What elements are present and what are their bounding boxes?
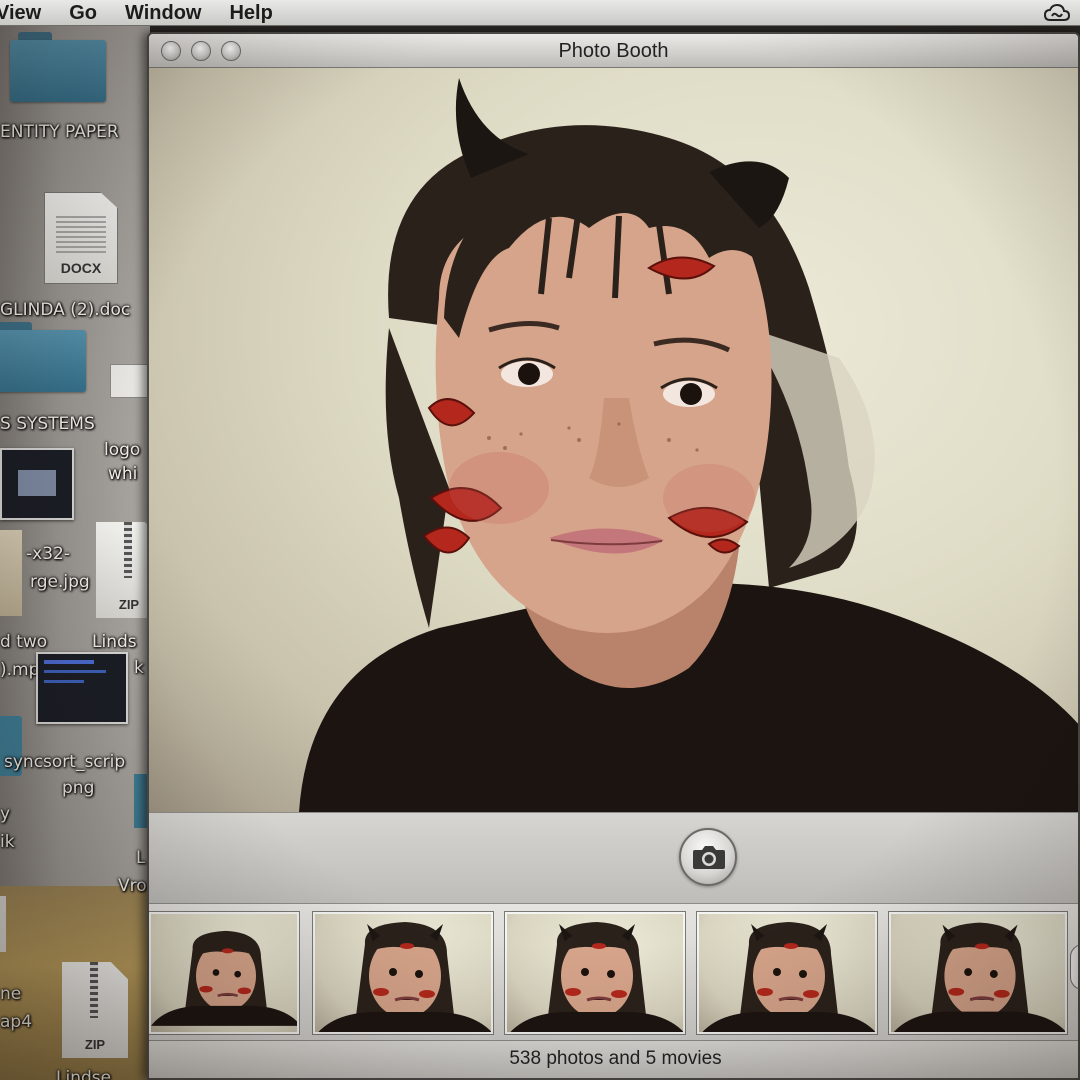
- desktop-label-identity-paper[interactable]: ENTITY PAPER: [0, 122, 119, 142]
- take-photo-button[interactable]: [679, 828, 737, 886]
- zip-file-icon[interactable]: ZIP: [96, 522, 150, 618]
- creative-cloud-icon[interactable]: [1044, 3, 1070, 23]
- camera-preview: [149, 68, 1078, 812]
- file-icon[interactable]: [110, 364, 148, 398]
- file-icon[interactable]: [0, 896, 6, 952]
- photo-thumbnail[interactable]: [889, 912, 1067, 1034]
- menu-bar: View Go Window Help: [0, 0, 1080, 26]
- desktop-label-x32[interactable]: -x32-: [26, 544, 70, 564]
- desktop-label-lindsey[interactable]: Lindse: [56, 1068, 111, 1080]
- control-bar: [149, 812, 1078, 904]
- desktop-label-y-2: ik: [0, 832, 15, 852]
- desktop: ENTITY PAPER DOCX GLINDA (2).doc S SYSTE…: [0, 26, 150, 1080]
- menu-go[interactable]: Go: [69, 0, 97, 26]
- zip-kind-label: ZIP: [118, 597, 140, 612]
- photo-thumbnail[interactable]: [505, 912, 685, 1034]
- desktop-label-logo-2: whi: [108, 464, 138, 484]
- preview-photo: [299, 78, 1078, 812]
- desktop-label-linds[interactable]: Linds: [92, 632, 137, 652]
- menu-window[interactable]: Window: [125, 0, 201, 26]
- image-file-icon[interactable]: [0, 530, 22, 616]
- desktop-label-syncsort[interactable]: syncsort_scrip: [4, 752, 125, 772]
- photo-thumbnail[interactable]: [313, 912, 493, 1034]
- desktop-label-syncsort-2: png: [62, 778, 95, 798]
- zip-file-icon[interactable]: ZIP: [62, 962, 128, 1058]
- photo-booth-window: Photo Booth 538 photos and 5 movies: [147, 32, 1080, 1080]
- desktop-label-linds-2: k: [134, 658, 144, 678]
- window-titlebar[interactable]: Photo Booth: [149, 34, 1078, 68]
- desktop-label-x32-2: rge.jpg: [30, 572, 90, 592]
- desktop-label-ne[interactable]: ne: [0, 984, 21, 1004]
- folder-icon[interactable]: [0, 322, 86, 392]
- desktop-label-ne-2: ap4: [0, 1012, 33, 1032]
- menu-view[interactable]: View: [0, 0, 41, 26]
- photo-count-status: 538 photos and 5 movies: [509, 1048, 722, 1069]
- status-bar: 538 photos and 5 movies: [149, 1040, 1078, 1078]
- desktop-label-two[interactable]: d two: [0, 632, 47, 652]
- window-title: Photo Booth: [558, 40, 669, 62]
- desktop-label-y[interactable]: y: [0, 804, 10, 824]
- photo-filmstrip: [149, 904, 1078, 1040]
- desktop-label-l[interactable]: L: [136, 848, 145, 868]
- desktop-label-l-2: Vro: [118, 876, 147, 896]
- movie-file-icon[interactable]: [36, 652, 128, 724]
- screenshot-file-icon[interactable]: [0, 448, 74, 520]
- filmstrip-scroll-knob[interactable]: [1070, 944, 1078, 990]
- zip-kind-label: ZIP: [84, 1037, 106, 1052]
- docx-kind-label: DOCX: [60, 260, 102, 276]
- folder-icon[interactable]: [10, 32, 106, 102]
- camera-icon: [693, 846, 725, 869]
- desktop-label-glinda[interactable]: GLINDA (2).doc: [0, 300, 130, 320]
- desktop-label-systems[interactable]: S SYSTEMS: [0, 414, 95, 434]
- docx-file-icon[interactable]: DOCX: [44, 192, 118, 284]
- menu-help[interactable]: Help: [229, 0, 272, 26]
- desktop-label-logo[interactable]: logo: [104, 440, 140, 460]
- photo-thumbnail[interactable]: [697, 912, 877, 1034]
- photo-thumbnail[interactable]: [149, 912, 299, 1034]
